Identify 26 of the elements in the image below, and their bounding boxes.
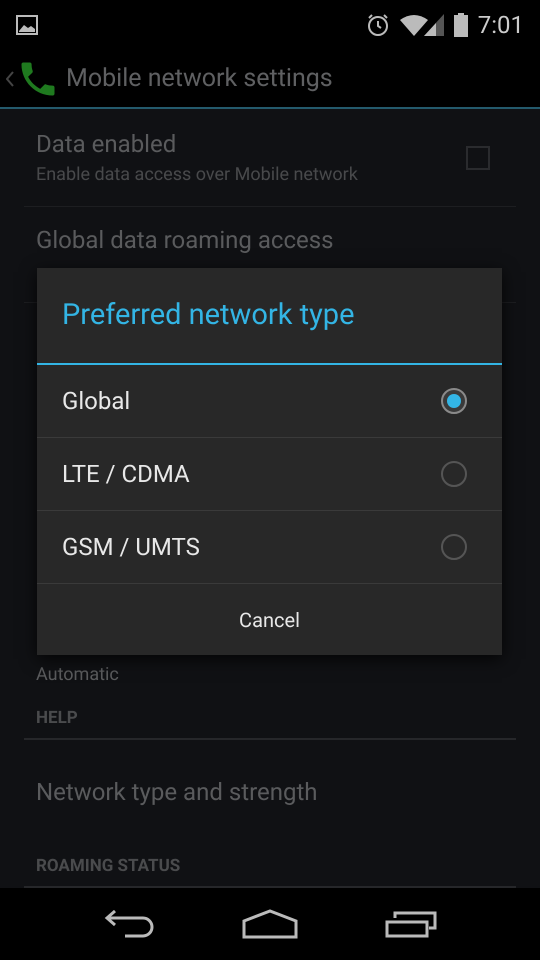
back-icon[interactable] <box>103 910 156 938</box>
setting-summary: Automatic <box>36 664 119 686</box>
option-label: Global <box>62 386 132 417</box>
setting-summary: Enable data access over Mobile network <box>36 162 359 186</box>
option-row[interactable]: Global <box>37 365 502 438</box>
recent-apps-icon[interactable] <box>384 910 437 938</box>
signal-icon <box>424 14 444 36</box>
radio-button[interactable] <box>441 534 467 560</box>
alarm-icon <box>366 13 390 37</box>
back-caret-icon[interactable] <box>6 70 14 86</box>
option-label: LTE / CDMA <box>62 459 191 490</box>
radio-button[interactable] <box>441 461 467 487</box>
cancel-button[interactable]: Cancel <box>37 584 502 655</box>
battery-icon <box>454 13 468 37</box>
option-label: GSM / UMTS <box>62 532 201 563</box>
screen-title: Mobile network settings <box>66 62 333 95</box>
section-header: HELP <box>36 708 78 728</box>
status-time: 7:01 <box>478 10 524 41</box>
setting-title: Data enabled <box>36 128 178 158</box>
dialog-title: Preferred network type <box>62 296 354 334</box>
checkbox[interactable] <box>466 146 490 170</box>
option-row[interactable]: LTE / CDMA <box>37 438 502 511</box>
home-icon[interactable] <box>242 909 298 939</box>
image-icon <box>16 15 38 35</box>
section-header: ROAMING STATUS <box>36 856 180 876</box>
radio-button[interactable] <box>441 388 467 414</box>
